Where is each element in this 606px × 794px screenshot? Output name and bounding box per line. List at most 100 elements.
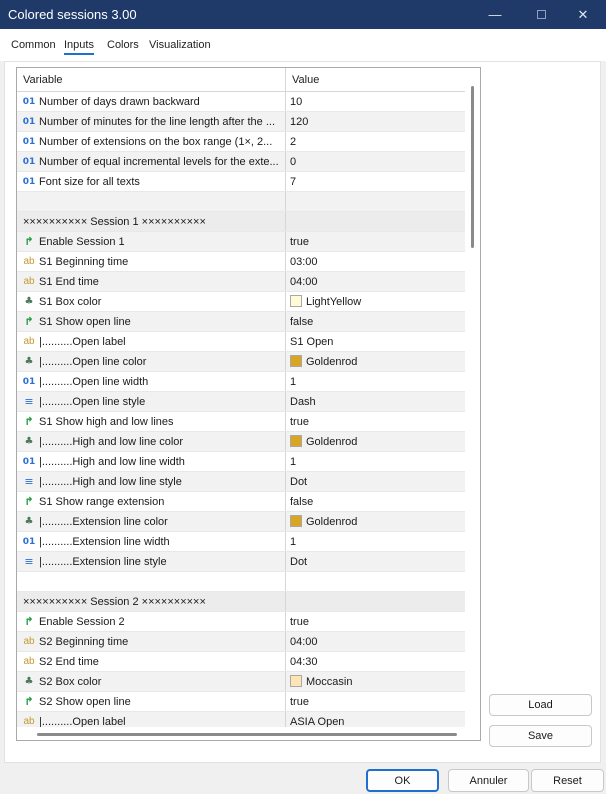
value-cell[interactable]: true	[286, 612, 465, 631]
input-row[interactable]: ab S1 End time 04:00	[17, 272, 465, 292]
value-text: true	[290, 695, 309, 708]
value-cell[interactable]: ASIA Open	[286, 712, 465, 728]
value-text: LightYellow	[306, 295, 362, 308]
input-row[interactable]: ↱ S1 Show range extension false	[17, 492, 465, 512]
input-row[interactable]: ab |..........Open label S1 Open	[17, 332, 465, 352]
value-cell[interactable]: Goldenrod	[286, 512, 465, 531]
input-row[interactable]: 01 Font size for all texts 7	[17, 172, 465, 192]
input-row[interactable]: ↱ S1 Show high and low lines true	[17, 412, 465, 432]
input-row[interactable]: ♣ |..........Open line color Goldenrod	[17, 352, 465, 372]
input-row[interactable]: 01 |..........Extension line width 1	[17, 532, 465, 552]
input-row[interactable]: ♣ |..........Extension line color Goldenro…	[17, 512, 465, 532]
horizontal-scrollbar[interactable]	[17, 727, 465, 740]
tab-bar: Common Inputs Colors Visualization	[0, 29, 606, 61]
vertical-scroll-thumb[interactable]	[471, 86, 474, 248]
value-cell[interactable]: 04:00	[286, 632, 465, 651]
title-bar: Colored sessions 3.00 — ✕	[0, 0, 606, 29]
input-row[interactable]: ♣ S1 Box color LightYellow	[17, 292, 465, 312]
input-row[interactable]: ≡ |..........High and low line style Dot	[17, 472, 465, 492]
section-title: ×××××××××× Session 1 ××××××××××	[23, 215, 206, 228]
window-title: Colored sessions 3.00	[8, 7, 137, 22]
input-row[interactable]: ≡ |..........Open line style Dash	[17, 392, 465, 412]
input-row[interactable]: 01 |..........Open line width 1	[17, 372, 465, 392]
value-cell[interactable]: 120	[286, 112, 465, 131]
color-swatch	[290, 295, 302, 307]
value-cell[interactable]: 10	[286, 92, 465, 111]
input-row[interactable]: 01 Number of equal incremental levels for…	[17, 152, 465, 172]
input-row[interactable]: ♣ |..........High and low line color Golde…	[17, 432, 465, 452]
variable-cell: ♣ S2 Box color	[17, 672, 286, 691]
value-text: 1	[290, 455, 297, 468]
value-cell[interactable]: 1	[286, 532, 465, 551]
variable-cell: ♣ |..........Extension line color	[17, 512, 286, 531]
ab-icon: ab	[23, 336, 35, 347]
input-row[interactable]: 01 Number of extensions on the box range …	[17, 132, 465, 152]
input-row[interactable]: ↱ Enable Session 2 true	[17, 612, 465, 632]
bool-icon: ↱	[24, 315, 34, 328]
minimize-button[interactable]: —	[472, 0, 518, 29]
tab-inputs[interactable]: Inputs	[64, 39, 94, 55]
tab-colors[interactable]: Colors	[107, 39, 139, 51]
value-cell[interactable]: 1	[286, 452, 465, 471]
value-cell[interactable]: true	[286, 232, 465, 251]
input-row[interactable]: ab S1 Beginning time 03:00	[17, 252, 465, 272]
value-cell[interactable]: false	[286, 492, 465, 511]
variable-cell: ab |..........Open label	[17, 712, 286, 727]
value-cell[interactable]: 04:00	[286, 272, 465, 291]
horizontal-scroll-thumb[interactable]	[37, 733, 457, 736]
value-cell[interactable]: 03:00	[286, 252, 465, 271]
variable-cell: ab |..........Open label	[17, 332, 286, 351]
maximize-button[interactable]	[518, 0, 564, 29]
input-row[interactable]: 01 Number of days drawn backward 10	[17, 92, 465, 112]
value-cell[interactable]: Dot	[286, 472, 465, 491]
value-cell[interactable]: S1 Open	[286, 332, 465, 351]
value-cell[interactable]: 04:30	[286, 652, 465, 671]
cancel-button[interactable]: Annuler	[448, 769, 529, 792]
maximize-icon	[536, 10, 546, 19]
load-button[interactable]: Load	[489, 694, 592, 716]
save-button[interactable]: Save	[489, 725, 592, 747]
value-cell[interactable]: 2	[286, 132, 465, 151]
value-cell[interactable]: Moccasin	[286, 672, 465, 691]
value-cell[interactable]: Goldenrod	[286, 352, 465, 371]
input-row[interactable]: ↱ S1 Show open line false	[17, 312, 465, 332]
close-button[interactable]: ✕	[560, 0, 606, 29]
header-variable[interactable]: Variable	[17, 68, 286, 91]
tab-visualization[interactable]: Visualization	[149, 39, 211, 51]
value-cell[interactable]: 1	[286, 372, 465, 391]
reset-button[interactable]: Reset	[531, 769, 604, 792]
value-cell[interactable]: true	[286, 412, 465, 431]
ok-button[interactable]: OK	[366, 769, 439, 792]
value-text: Goldenrod	[306, 515, 358, 528]
input-row[interactable]: ↱ S2 Show open line true	[17, 692, 465, 712]
tab-common[interactable]: Common	[11, 39, 56, 51]
input-row[interactable]: ↱ Enable Session 1 true	[17, 232, 465, 252]
input-row[interactable]: ab |..........Open label ASIA Open	[17, 712, 465, 727]
value-text: 04:00	[290, 275, 318, 288]
input-row[interactable]: ab S2 Beginning time 04:00	[17, 632, 465, 652]
header-value[interactable]: Value	[286, 68, 465, 91]
value-text: Moccasin	[306, 675, 353, 688]
input-row[interactable]: 01 |..........High and low line width 1	[17, 452, 465, 472]
value-text: ASIA Open	[290, 715, 345, 728]
variable-cell: ≡ |..........Open line style	[17, 392, 286, 411]
variable-cell: ↱ S1 Show range extension	[17, 492, 286, 511]
value-cell[interactable]: LightYellow	[286, 292, 465, 311]
vertical-scrollbar[interactable]	[465, 68, 480, 727]
value-cell[interactable]: 7	[286, 172, 465, 191]
input-row[interactable]: ≡ |..........Extension line style Dot	[17, 552, 465, 572]
input-row[interactable]: ab S2 End time 04:30	[17, 652, 465, 672]
num-icon: 01	[22, 136, 36, 147]
value-cell[interactable]: true	[286, 692, 465, 711]
value-cell[interactable]: false	[286, 312, 465, 331]
variable-label: |..........High and low line style	[39, 475, 182, 488]
input-row[interactable]: ♣ S2 Box color Moccasin	[17, 672, 465, 692]
color-swatch	[290, 515, 302, 527]
value-cell[interactable]: Dot	[286, 552, 465, 571]
value-cell[interactable]: Goldenrod	[286, 432, 465, 451]
value-text: 03:00	[290, 255, 318, 268]
value-cell[interactable]: 0	[286, 152, 465, 171]
input-row[interactable]: 01 Number of minutes for the line length …	[17, 112, 465, 132]
value-cell[interactable]: Dash	[286, 392, 465, 411]
value-text: 0	[290, 155, 297, 168]
